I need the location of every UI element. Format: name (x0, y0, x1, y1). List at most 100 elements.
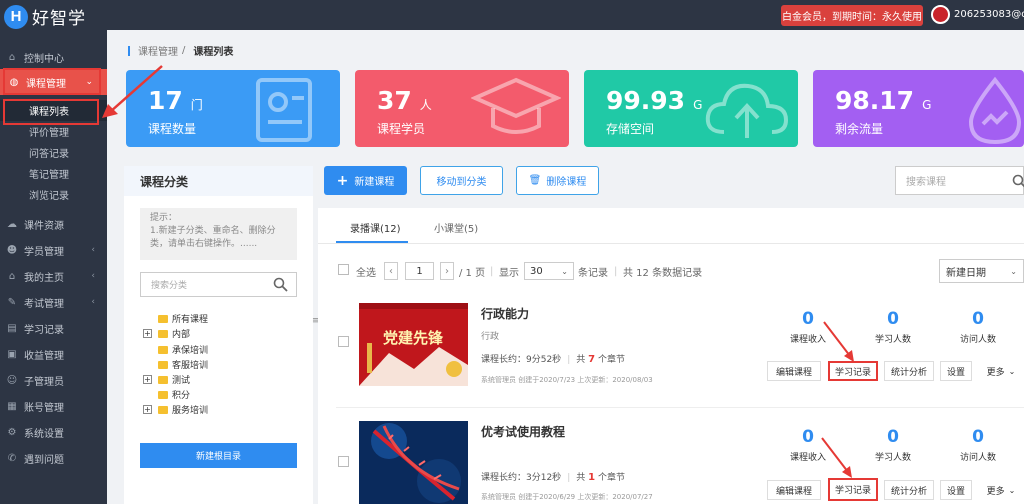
stat-visitors: 0 访问人数 (943, 427, 1013, 463)
tab-mini-class[interactable]: 小课堂(5) (434, 220, 478, 235)
stats-analysis-button[interactable]: 统计分析 (884, 361, 934, 381)
sidebar-item-records[interactable]: ▤ 学习记录 (0, 315, 107, 341)
expand-icon[interactable]: + (143, 405, 152, 414)
sidebar-item-dashboard[interactable]: ⌂ 控制中心 (0, 44, 107, 70)
new-course-button[interactable]: + 新建课程 (324, 166, 407, 195)
select-all-checkbox[interactable] (338, 264, 349, 275)
sidebar-item-account[interactable]: ▦ 账号管理 (0, 393, 107, 419)
user-menu[interactable]: 206253083@qq.co (931, 5, 1024, 24)
course-checkbox[interactable] (338, 336, 349, 347)
sidebar-item-homepage[interactable]: ⌂ 我的主页 ‹ (0, 263, 107, 289)
more-button[interactable]: 更多 ⌄ (978, 480, 1024, 500)
stat-label: 课程学员 (377, 122, 426, 136)
edit-course-button[interactable]: 编辑课程 (767, 480, 821, 500)
sidebar-item-students[interactable]: ☻ 学员管理 ‹ (0, 237, 107, 263)
expand-icon[interactable]: + (143, 329, 152, 338)
sidebar-sub-notes[interactable]: 笔记管理 (0, 163, 107, 184)
stat-unit: G (922, 98, 932, 112)
new-root-button[interactable]: 新建根目录 (140, 443, 297, 468)
stat-value: 0 (972, 309, 984, 329)
chapters-suffix: 个章节 (597, 355, 625, 365)
per-page-select[interactable]: 30 ⌄ (524, 262, 574, 280)
category-search-input[interactable]: 搜索分类 (140, 272, 297, 297)
highlight-box (3, 68, 101, 95)
stats-analysis-button[interactable]: 统计分析 (884, 480, 934, 500)
stat-card-storage: 99.93 G 存储空间 (584, 70, 798, 147)
course-info: 课程长约：9分52秒 | 共 7 个章节 (481, 354, 625, 365)
sidebar-item-label: 系统设置 (24, 428, 64, 440)
stat-value: 0 (887, 427, 899, 447)
sidebar-sub-qa[interactable]: 问答记录 (0, 142, 107, 163)
course-title[interactable]: 优考试使用教程 (481, 423, 565, 440)
sidebar-item-subadmins[interactable]: ☺ 子管理员 (0, 367, 107, 393)
course-search-input[interactable]: 搜索课程 (895, 166, 1024, 195)
course-checkbox[interactable] (338, 456, 349, 467)
record-icon: ▤ (7, 322, 17, 334)
stat-label: 存储空间 (606, 122, 655, 136)
sidebar-item-income[interactable]: ▣ 收益管理 (0, 341, 107, 367)
settings-button[interactable]: 设置 (940, 361, 972, 381)
chapter-count: 7 (588, 354, 596, 365)
sidebar-item-resources[interactable]: ☁ 课件资源 (0, 211, 107, 237)
delete-course-button[interactable]: 🗑 删除课程 (516, 166, 599, 195)
expand-icon[interactable]: + (143, 375, 152, 384)
certificate-icon (256, 78, 312, 142)
course-thumbnail[interactable]: 党建先锋 (359, 303, 468, 386)
arrow-annotation-icon (821, 437, 852, 478)
sidebar-item-settings[interactable]: ⚙ 系统设置 (0, 419, 107, 445)
move-to-category-button[interactable]: 移动到分类 (420, 166, 503, 195)
course-title[interactable]: 行政能力 (481, 305, 529, 322)
arrow-annotation-icon (823, 321, 854, 362)
tab-recorded[interactable]: 录播课(12) (350, 220, 401, 235)
exam-icon: ✎ (7, 296, 17, 308)
sidebar-item-help[interactable]: ✆ 遇到问题 (0, 445, 107, 471)
stat-value: 98.17 (835, 86, 915, 115)
app-logo[interactable]: H 好智学 (4, 4, 86, 29)
party-poster-image: 党建先锋 (359, 303, 468, 386)
per-page-suffix: 条记录 (578, 267, 608, 279)
learning-record-button[interactable]: 学习记录 (828, 478, 878, 501)
stat-label: 访问人数 (959, 335, 996, 345)
page-input[interactable]: 1 (405, 262, 434, 280)
stat-value: 99.93 (606, 86, 686, 115)
tree-item[interactable]: 客服培训 (158, 357, 208, 372)
next-page-button[interactable]: › (440, 262, 454, 280)
sort-select[interactable]: 新建日期 ⌄ (939, 259, 1024, 283)
sidebar-item-label: 子管理员 (24, 376, 64, 388)
chevron-left-icon: ‹ (91, 271, 95, 281)
trash-icon: 🗑 (528, 175, 542, 186)
search-icon[interactable] (273, 277, 288, 292)
tree-item[interactable]: 所有课程 (158, 311, 208, 326)
gear-icon: ⚙ (7, 426, 17, 438)
vip-badge[interactable]: 白金会员，到期时间：永久使用 (781, 5, 923, 26)
course-thumbnail[interactable] (359, 421, 468, 504)
chevron-down-icon: ⌄ (1008, 366, 1016, 376)
sidebar-sub-label: 浏览记录 (29, 191, 69, 202)
tree-item[interactable]: + 测试 (143, 372, 190, 387)
breadcrumb-parent[interactable]: 课程管理 (138, 43, 178, 58)
tree-item[interactable]: + 内部 (143, 326, 190, 341)
stat-value: 0 (972, 427, 984, 447)
button-label: 更多 (986, 486, 1005, 497)
stat-learners: 0 学习人数 (858, 309, 928, 345)
category-hint: 提示： 1.新建子分类、重命名、删除分类，请单击右键操作。...... (140, 208, 297, 260)
course-duration: 课程长约：9分52秒 (481, 355, 562, 365)
prev-page-button[interactable]: ‹ (384, 262, 398, 280)
stat-label: 剩余流量 (835, 122, 884, 136)
sidebar-item-label: 我的主页 (24, 272, 64, 284)
button-label: 删除课程 (546, 177, 587, 188)
search-icon[interactable] (1012, 174, 1024, 189)
tree-label: 承保培训 (172, 346, 209, 356)
tree-item[interactable]: + 服务培训 (143, 402, 208, 417)
divider: | (490, 265, 494, 277)
learning-record-button[interactable]: 学习记录 (828, 361, 878, 381)
more-button[interactable]: 更多 ⌄ (978, 361, 1024, 381)
sidebar-item-exams[interactable]: ✎ 考试管理 ‹ (0, 289, 107, 315)
highlight-box (3, 99, 99, 125)
settings-button[interactable]: 设置 (940, 480, 972, 500)
sidebar-sub-browse[interactable]: 浏览记录 (0, 184, 107, 205)
tree-item[interactable]: 积分 (158, 387, 190, 402)
tree-item[interactable]: 承保培训 (158, 342, 208, 357)
sidebar-sub-label: 笔记管理 (29, 170, 69, 181)
edit-course-button[interactable]: 编辑课程 (767, 361, 821, 381)
